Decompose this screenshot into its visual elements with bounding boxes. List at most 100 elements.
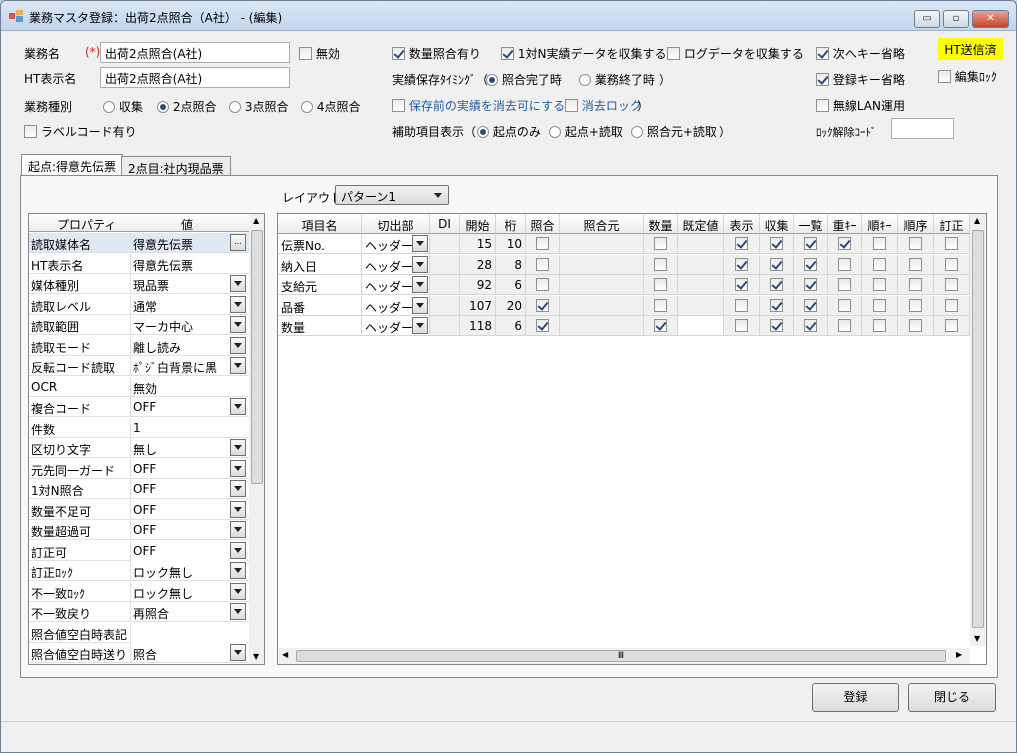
property-value[interactable]: OFF bbox=[130, 540, 246, 561]
property-row[interactable]: 訂正可 OFF bbox=[29, 540, 249, 561]
table-row[interactable]: 伝票No. ヘッダー 15 10 bbox=[278, 234, 970, 254]
property-row[interactable]: 読取モード 離し読み bbox=[29, 335, 249, 356]
cell-flag[interactable] bbox=[898, 254, 934, 275]
property-row[interactable]: 反転コード読取 ﾎﾟｼﾞ白背景に黒 bbox=[29, 356, 249, 376]
property-row[interactable]: 不一致ﾛｯｸ ロック無し bbox=[29, 581, 249, 602]
dropdown-button[interactable] bbox=[230, 582, 246, 600]
cell-flag[interactable] bbox=[724, 295, 760, 316]
property-row[interactable]: 照合値空白時送り 照合 bbox=[29, 643, 249, 663]
invalid-checkbox[interactable]: 無効 bbox=[299, 45, 340, 62]
cell-part[interactable]: ヘッダー bbox=[362, 254, 430, 275]
grid-hscroll-thumb[interactable]: Ⅲ bbox=[296, 650, 946, 662]
cell-part[interactable]: ヘッダー bbox=[362, 275, 430, 295]
property-value[interactable]: OFF bbox=[130, 479, 246, 499]
dropdown-button[interactable] bbox=[230, 562, 246, 579]
property-value[interactable]: 得意先伝票 bbox=[130, 253, 246, 274]
column-header[interactable]: 一覧 bbox=[794, 214, 828, 234]
cell-check[interactable] bbox=[526, 234, 560, 254]
column-header[interactable]: 開始 bbox=[460, 214, 496, 234]
cell-default[interactable] bbox=[678, 254, 724, 275]
register-button[interactable]: 登録 bbox=[812, 683, 899, 712]
erase-lock-checkbox[interactable]: 消去ロック bbox=[565, 97, 642, 114]
cell-item-name[interactable]: 品番 bbox=[278, 295, 362, 316]
cell-start[interactable]: 92 bbox=[460, 275, 496, 295]
label-code-checkbox[interactable]: ラベルコード有り bbox=[24, 123, 137, 140]
cell-length[interactable]: 10 bbox=[496, 234, 526, 254]
column-header[interactable]: DI bbox=[430, 214, 460, 234]
task-type-radio-collect[interactable]: 収集 bbox=[103, 98, 143, 115]
cell-flag[interactable] bbox=[862, 254, 898, 275]
dropdown-button[interactable] bbox=[230, 336, 246, 354]
cell-default[interactable] bbox=[678, 316, 724, 336]
property-value[interactable]: 1 bbox=[130, 417, 246, 438]
cell-length[interactable]: 6 bbox=[496, 275, 526, 295]
dropdown-button[interactable] bbox=[230, 521, 246, 538]
cell-flag[interactable] bbox=[934, 234, 970, 254]
dropdown-button[interactable] bbox=[230, 644, 246, 661]
property-value[interactable]: 無し bbox=[130, 438, 246, 458]
dropdown-button[interactable] bbox=[230, 398, 246, 415]
tab-origin-slip[interactable]: 起点:得意先伝票 bbox=[21, 154, 124, 175]
property-value[interactable]: 離し読み bbox=[130, 335, 246, 356]
property-row[interactable]: 読取範囲 マーカ中心 bbox=[29, 315, 249, 335]
aux-radio-origin[interactable]: 起点のみ bbox=[477, 123, 541, 140]
cell-flag[interactable] bbox=[794, 275, 828, 295]
cell-flag[interactable] bbox=[828, 316, 862, 336]
column-header[interactable]: 収集 bbox=[760, 214, 794, 234]
task-type-radio-2pt[interactable]: 2点照合 bbox=[157, 98, 216, 115]
prop-scrollbar[interactable]: ▲ ▼ bbox=[249, 214, 264, 664]
cell-flag[interactable] bbox=[862, 275, 898, 295]
dropdown-button[interactable] bbox=[412, 255, 428, 273]
dropdown-button[interactable] bbox=[412, 276, 428, 293]
cell-flag[interactable] bbox=[760, 316, 794, 336]
column-header[interactable]: 重ｷｰ bbox=[828, 214, 862, 234]
cell-flag[interactable] bbox=[934, 275, 970, 295]
aux-radio-origin-read[interactable]: 起点+読取 bbox=[549, 123, 623, 140]
maximize-button[interactable]: ▫ bbox=[943, 10, 969, 28]
column-header[interactable]: 切出部 bbox=[362, 214, 430, 234]
cell-flag[interactable] bbox=[724, 234, 760, 254]
cell-item-name[interactable]: 支給元 bbox=[278, 275, 362, 295]
collect-1n-checkbox[interactable]: 1対N実績データを収集する bbox=[501, 45, 666, 62]
cell-default[interactable] bbox=[678, 295, 724, 316]
cell-flag[interactable] bbox=[794, 234, 828, 254]
property-value[interactable] bbox=[130, 622, 246, 643]
property-value[interactable]: OFF bbox=[130, 520, 246, 540]
property-value[interactable]: 照合 bbox=[130, 643, 246, 663]
property-value[interactable]: OFF bbox=[130, 499, 246, 520]
reg-key-checkbox[interactable]: 登録キー省略 bbox=[816, 71, 905, 88]
dropdown-button[interactable] bbox=[412, 235, 428, 252]
column-header[interactable]: 照合 bbox=[526, 214, 560, 234]
property-row[interactable]: 1対N照合 OFF bbox=[29, 479, 249, 499]
cell-start[interactable]: 28 bbox=[460, 254, 496, 275]
cell-flag[interactable] bbox=[724, 254, 760, 275]
minimize-button[interactable]: ▭ bbox=[914, 10, 940, 28]
table-row[interactable]: 品番 ヘッダー 107 20 bbox=[278, 295, 970, 316]
property-row[interactable]: HT表示名 得意先伝票 bbox=[29, 253, 249, 274]
column-header[interactable]: 表示 bbox=[724, 214, 760, 234]
save-timing-radio-complete[interactable]: 照合完了時 bbox=[486, 71, 562, 88]
prop-scroll-thumb[interactable] bbox=[251, 230, 263, 484]
dropdown-button[interactable] bbox=[230, 439, 246, 456]
close-button[interactable]: 閉じる bbox=[908, 683, 996, 712]
dropdown-button[interactable] bbox=[412, 296, 428, 314]
cell-di[interactable] bbox=[430, 295, 460, 316]
dropdown-button[interactable] bbox=[230, 603, 246, 620]
cell-flag[interactable] bbox=[724, 275, 760, 295]
cell-part[interactable]: ヘッダー bbox=[362, 295, 430, 316]
cell-flag[interactable] bbox=[828, 234, 862, 254]
cell-check[interactable] bbox=[526, 295, 560, 316]
column-header[interactable]: 順ｷｰ bbox=[862, 214, 898, 234]
dropdown-button[interactable] bbox=[412, 317, 428, 334]
property-row[interactable]: 媒体種別 現品票 bbox=[29, 274, 249, 294]
cell-flag[interactable] bbox=[724, 316, 760, 336]
dropdown-button[interactable] bbox=[230, 316, 246, 333]
cell-length[interactable]: 6 bbox=[496, 316, 526, 336]
cell-default[interactable] bbox=[678, 234, 724, 254]
cell-flag[interactable] bbox=[760, 254, 794, 275]
column-header[interactable]: 訂正 bbox=[934, 214, 970, 234]
cell-flag[interactable] bbox=[898, 234, 934, 254]
cell-flag[interactable] bbox=[794, 316, 828, 336]
cell-flag[interactable] bbox=[862, 316, 898, 336]
close-window-button[interactable]: ✕ bbox=[972, 10, 1009, 28]
